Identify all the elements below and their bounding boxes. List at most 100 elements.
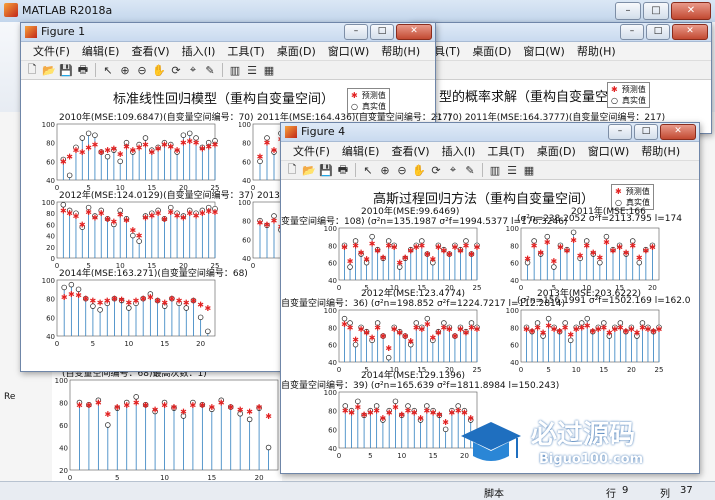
save-icon[interactable]: 💾 bbox=[319, 163, 333, 177]
menu-view[interactable]: 查看(V) bbox=[125, 43, 175, 59]
pred-value-marker: ✱ bbox=[199, 401, 206, 410]
menu-view[interactable]: 查看(V) bbox=[385, 143, 435, 159]
menu-desktop[interactable]: 桌面(D) bbox=[271, 43, 322, 59]
legend-icon[interactable]: ☰ bbox=[245, 63, 259, 77]
zoom-in-icon[interactable]: ⊕ bbox=[118, 63, 132, 77]
figure-4-close-button[interactable]: ✕ bbox=[660, 124, 696, 140]
true-value-marker bbox=[584, 315, 590, 322]
brush-icon[interactable]: ✎ bbox=[463, 163, 477, 177]
figure-1-maximize-button[interactable]: □ bbox=[370, 24, 394, 40]
legend-icon[interactable]: ☰ bbox=[505, 163, 519, 177]
x-tick-label: 15 bbox=[429, 452, 438, 460]
zoom-in-icon[interactable]: ⊕ bbox=[378, 163, 392, 177]
print-icon[interactable]: 🖶 bbox=[76, 63, 90, 77]
true-marker-icon: ○ bbox=[611, 96, 618, 105]
pointer-icon[interactable]: ↖ bbox=[101, 63, 115, 77]
minimize-button[interactable]: – bbox=[615, 2, 641, 20]
open-file-icon[interactable]: 📂 bbox=[302, 163, 316, 177]
menu-help[interactable]: 帮助(H) bbox=[375, 43, 426, 59]
figure-1-minimize-button[interactable]: – bbox=[344, 24, 368, 40]
menu-tools[interactable]: 工具(T) bbox=[221, 43, 270, 59]
menu-edit[interactable]: 编辑(E) bbox=[336, 143, 386, 159]
menu-window[interactable]: 窗口(W) bbox=[322, 43, 375, 59]
hide-tools-icon[interactable]: ▦ bbox=[262, 63, 276, 77]
figure-1-menu-bar: 文件(F) 编辑(E) 查看(V) 插入(I) 工具(T) 桌面(D) 窗口(W… bbox=[21, 42, 435, 61]
colorbar-icon[interactable]: ▥ bbox=[228, 63, 242, 77]
save-icon[interactable]: 💾 bbox=[59, 63, 73, 77]
y-tick-label: 100 bbox=[324, 225, 337, 233]
figure-2-menu-help[interactable]: 帮助(H) bbox=[571, 43, 622, 59]
y-tick-label: 40 bbox=[328, 277, 337, 285]
pred-value-marker: ✱ bbox=[544, 238, 551, 247]
x-tick-label: 20 bbox=[179, 262, 188, 270]
figure-1-close-button[interactable]: ✕ bbox=[396, 24, 432, 40]
menu-insert[interactable]: 插入(I) bbox=[436, 143, 482, 159]
close-button[interactable]: ✕ bbox=[671, 2, 711, 20]
legend-pred-label: 预测值 bbox=[625, 187, 650, 196]
new-file-icon[interactable]: 🗋 bbox=[285, 163, 299, 177]
y-tick-label: 60 bbox=[242, 236, 251, 244]
true-value-marker bbox=[117, 158, 123, 165]
menu-tools[interactable]: 工具(T) bbox=[481, 143, 530, 159]
figure-2-menu-desktop[interactable]: 桌面(D) bbox=[466, 43, 517, 59]
fig4-subplot-2014: 4060801000 5 10 15 20✱ ✱✱✱ ✱ ✱✱✱✱✱ ✱ ✱✱✱ ✱ ✱✱✱ ✱ ✱✱ bbox=[324, 389, 478, 460]
true-value-marker bbox=[442, 426, 449, 433]
toolbar-separator bbox=[95, 63, 96, 77]
menu-help[interactable]: 帮助(H) bbox=[635, 143, 686, 159]
x-tick-label: 5 bbox=[86, 262, 90, 270]
menu-window[interactable]: 窗口(W) bbox=[582, 143, 635, 159]
pred-value-marker: ✱ bbox=[385, 344, 392, 353]
data-cursor-icon[interactable]: ⌖ bbox=[186, 63, 200, 77]
x-tick-label: 20 bbox=[627, 366, 636, 374]
open-file-icon[interactable]: 📂 bbox=[42, 63, 56, 77]
x-tick-label: 15 bbox=[160, 340, 169, 348]
pred-value-marker: ✱ bbox=[76, 401, 83, 410]
print-icon[interactable]: 🖶 bbox=[336, 163, 350, 177]
figure-4-minimize-button[interactable]: – bbox=[608, 124, 632, 140]
colorbar-icon[interactable]: ▥ bbox=[488, 163, 502, 177]
figure-2-maximize-button[interactable]: □ bbox=[646, 24, 670, 40]
pan-icon[interactable]: ✋ bbox=[412, 163, 426, 177]
pred-value-marker: ✱ bbox=[197, 300, 204, 309]
zoom-out-icon[interactable]: ⊖ bbox=[135, 63, 149, 77]
figure-2-menu-window[interactable]: 窗口(W) bbox=[517, 43, 570, 59]
true-value-marker bbox=[265, 444, 272, 451]
y-tick-label: 80 bbox=[46, 296, 55, 304]
pred-value-marker: ✱ bbox=[133, 297, 140, 306]
menu-desktop[interactable]: 桌面(D) bbox=[531, 143, 582, 159]
menu-file[interactable]: 文件(F) bbox=[27, 43, 76, 59]
figure-4-maximize-button[interactable]: □ bbox=[634, 124, 658, 140]
x-tick-label: 5 bbox=[364, 284, 368, 292]
data-cursor-icon[interactable]: ⌖ bbox=[446, 163, 460, 177]
x-tick-label: 25 bbox=[473, 284, 481, 292]
pred-marker-icon: ✱ bbox=[351, 91, 358, 100]
pan-icon[interactable]: ✋ bbox=[152, 63, 166, 77]
menu-edit[interactable]: 编辑(E) bbox=[76, 43, 126, 59]
new-file-icon[interactable]: 🗋 bbox=[25, 63, 39, 77]
maximize-button[interactable]: □ bbox=[643, 2, 669, 20]
brush-icon[interactable]: ✎ bbox=[203, 63, 217, 77]
figure-2-minimize-button[interactable]: – bbox=[620, 24, 644, 40]
pred-value-marker: ✱ bbox=[256, 403, 263, 412]
menu-insert[interactable]: 插入(I) bbox=[176, 43, 222, 59]
hide-tools-icon[interactable]: ▦ bbox=[522, 163, 536, 177]
x-tick-label: 0 bbox=[337, 284, 341, 292]
figure-1-main-title: 标准线性回归模型（重构自变量空间） bbox=[113, 92, 335, 107]
rotate-icon[interactable]: ⟳ bbox=[429, 163, 443, 177]
pointer-icon[interactable]: ↖ bbox=[361, 163, 375, 177]
y-tick-label: 40 bbox=[510, 277, 519, 285]
pred-value-marker: ✱ bbox=[208, 403, 215, 412]
matlab-logo-icon bbox=[4, 3, 18, 17]
x-tick-label: 5 bbox=[86, 184, 90, 192]
x-tick-label: 0 bbox=[337, 452, 341, 460]
figure-2-title-bar: – □ ✕ bbox=[411, 23, 711, 42]
menu-file[interactable]: 文件(F) bbox=[287, 143, 336, 159]
true-value-marker bbox=[570, 229, 577, 236]
rotate-icon[interactable]: ⟳ bbox=[169, 63, 183, 77]
zoom-out-icon[interactable]: ⊖ bbox=[395, 163, 409, 177]
pred-value-marker: ✱ bbox=[264, 220, 271, 229]
pred-marker-icon: ✱ bbox=[615, 187, 622, 196]
figure-2-close-button[interactable]: ✕ bbox=[672, 24, 708, 40]
figure-1-title: Figure 1 bbox=[41, 25, 86, 38]
pred-value-marker: ✱ bbox=[442, 418, 449, 427]
